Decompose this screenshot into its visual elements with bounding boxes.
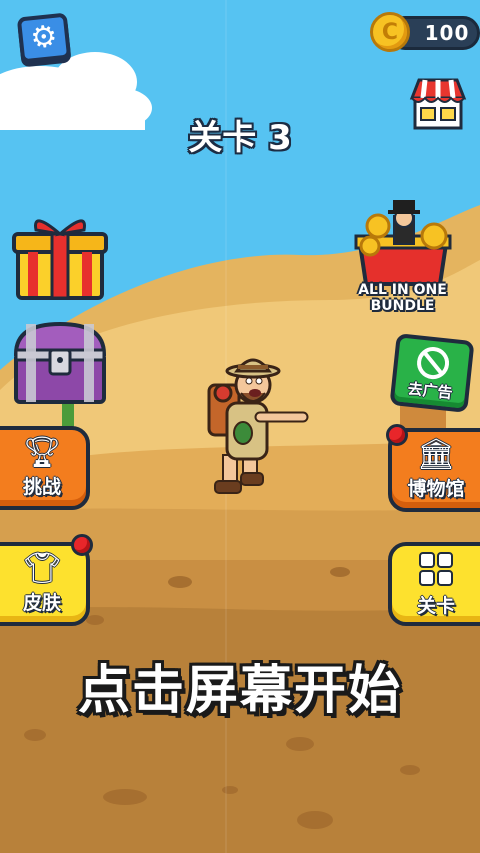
bundle-label: ALL IN ONE BUNDLE bbox=[358, 282, 447, 314]
gift-button[interactable] bbox=[12, 212, 108, 302]
level-title: 关卡 3 bbox=[188, 118, 292, 158]
settings-button[interactable]: ⚙ bbox=[16, 12, 72, 64]
no-ads-label: 去广告 bbox=[406, 379, 454, 402]
museum-notification-dot bbox=[386, 424, 408, 446]
trophy-icon: 🏆︎ bbox=[22, 434, 62, 470]
challenge-button[interactable]: 🏆︎ 挑战 bbox=[0, 426, 90, 510]
bundle-chest-icon bbox=[354, 200, 452, 286]
shop-button[interactable] bbox=[409, 76, 467, 131]
museum-icon: 🏛︎ bbox=[416, 436, 456, 472]
explorer-character bbox=[207, 358, 309, 494]
levels-button[interactable]: 关卡 bbox=[388, 542, 480, 626]
tap-to-start-prompt: 点击屏幕开始 bbox=[77, 661, 402, 721]
skins-notification-dot bbox=[71, 534, 93, 556]
shirt-icon: 👕︎ bbox=[22, 550, 62, 586]
chest-icon bbox=[13, 321, 107, 404]
shop-icon bbox=[409, 78, 467, 130]
bundle-button[interactable] bbox=[348, 196, 458, 286]
grid-icon bbox=[419, 551, 453, 586]
skins-label: 皮肤 bbox=[22, 591, 61, 614]
no-ads-icon bbox=[417, 346, 450, 379]
coin-icon: C bbox=[370, 12, 410, 52]
gift-icon bbox=[12, 219, 108, 300]
chest-button[interactable] bbox=[12, 320, 108, 406]
museum-label: 博物馆 bbox=[407, 477, 465, 500]
game-scene[interactable]: ⚙ 100 C 关卡 3 🏆︎ 挑战 👕︎ 皮肤 ALL IN ONE BUND… bbox=[0, 0, 480, 853]
levels-label: 关卡 bbox=[416, 594, 455, 617]
no-ads-button[interactable]: 去广告 bbox=[389, 333, 475, 413]
challenge-label: 挑战 bbox=[22, 475, 61, 498]
coin-value: 100 bbox=[424, 21, 470, 45]
gear-icon: ⚙ bbox=[28, 18, 60, 57]
